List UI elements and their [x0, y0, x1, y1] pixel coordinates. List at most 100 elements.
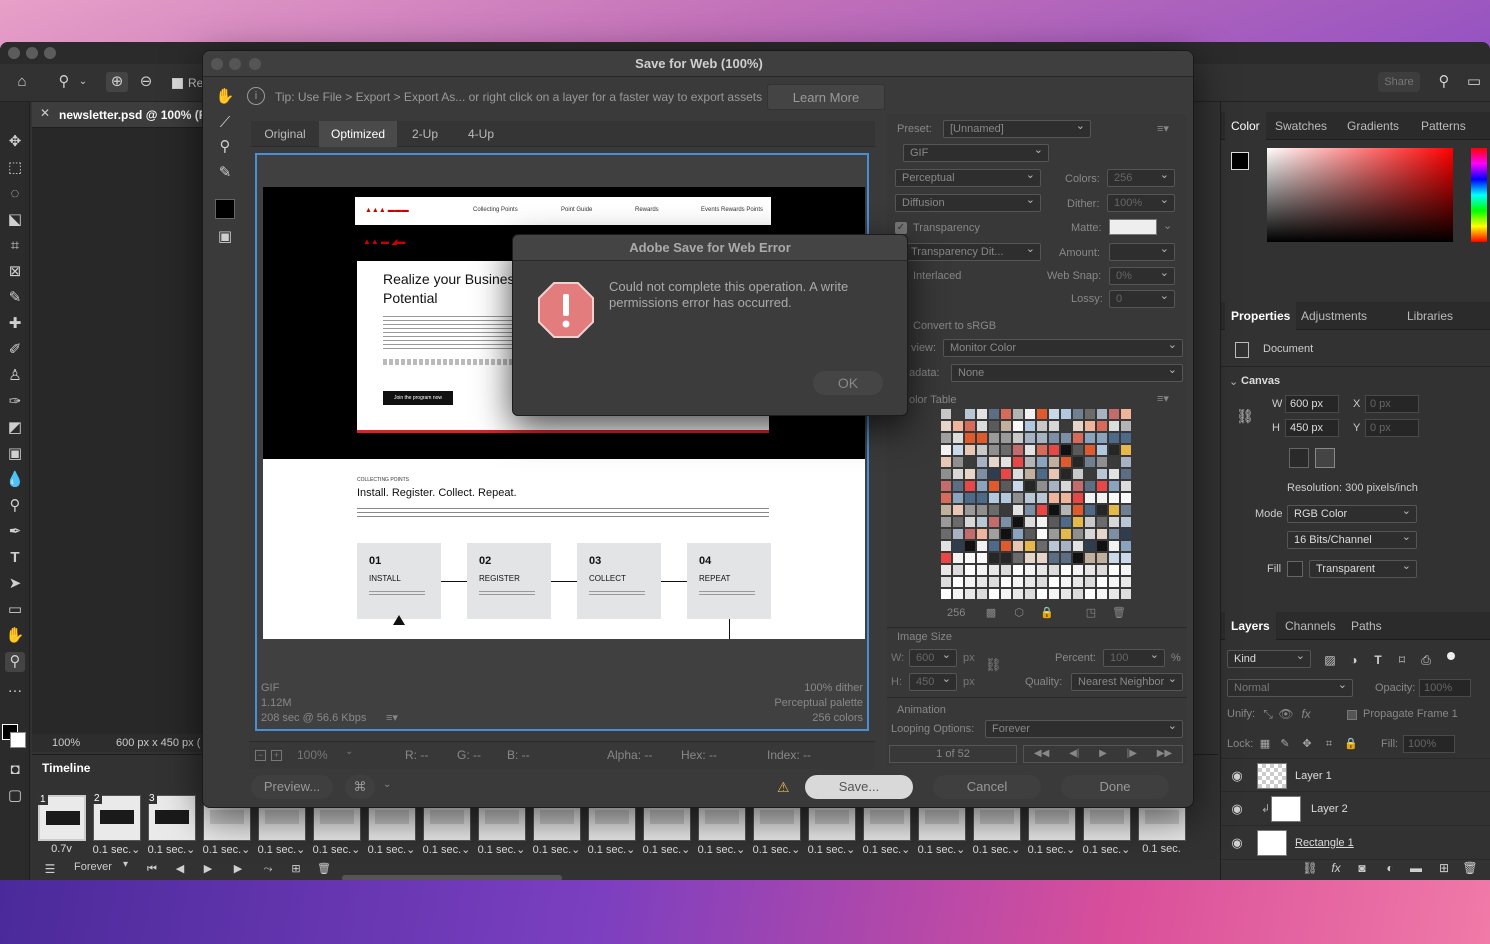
color-swatch[interactable] — [1037, 541, 1047, 551]
color-swatch[interactable] — [965, 529, 975, 539]
play-icon[interactable]: ▶ — [200, 859, 216, 879]
link-layers-icon[interactable]: ⛓ — [1301, 858, 1319, 878]
color-swatch[interactable] — [1109, 541, 1119, 551]
close-window-button[interactable] — [8, 47, 20, 59]
color-swatch[interactable] — [953, 457, 963, 467]
layer-name[interactable]: Layer 2 — [1311, 803, 1348, 815]
color-swatch[interactable] — [977, 541, 987, 551]
path-select-tool-icon[interactable]: ➤ — [5, 574, 25, 594]
loop-select[interactable]: Forever — [74, 861, 112, 873]
color-swatch[interactable] — [941, 589, 951, 599]
canvas-width-input[interactable]: 600 px — [1285, 395, 1339, 413]
color-swatch[interactable] — [1073, 517, 1083, 527]
color-swatch[interactable] — [1061, 589, 1071, 599]
color-swatch[interactable] — [953, 421, 963, 431]
color-swatch[interactable] — [1097, 541, 1107, 551]
background-color-swatch[interactable] — [10, 732, 26, 748]
color-swatch[interactable] — [1013, 517, 1023, 527]
previous-frame-icon[interactable]: ◀ — [172, 859, 188, 879]
color-swatch[interactable] — [1097, 577, 1107, 587]
color-swatch[interactable] — [1109, 433, 1119, 443]
color-swatch[interactable] — [965, 481, 975, 491]
frame-delay-select[interactable]: 0.1 sec.⌄ — [804, 843, 859, 856]
color-swatch[interactable] — [965, 421, 975, 431]
color-swatch[interactable] — [1121, 541, 1131, 551]
color-swatch[interactable] — [1097, 409, 1107, 419]
color-swatch[interactable] — [1013, 493, 1023, 503]
color-swatch[interactable] — [1037, 469, 1047, 479]
frame-delay-select[interactable]: 0.1 sec.⌄ — [639, 843, 694, 856]
color-swatch[interactable] — [1073, 445, 1083, 455]
color-swatch[interactable] — [1097, 421, 1107, 431]
color-swatch[interactable] — [1025, 481, 1035, 491]
link-icon[interactable]: ⛓ — [985, 655, 1002, 675]
fill-select[interactable]: Transparent — [1309, 558, 1417, 578]
frame-delay-select[interactable]: 0.1 sec.⌄ — [89, 843, 144, 856]
screen-mode-icon[interactable]: ▢ — [5, 786, 25, 806]
color-swatch[interactable] — [977, 529, 987, 539]
color-table-grid[interactable] — [941, 409, 1133, 601]
fill-opacity-input[interactable]: 100% — [1403, 735, 1455, 753]
chevron-down-icon[interactable]: ⌄ — [1229, 375, 1238, 388]
color-swatch[interactable] — [1073, 493, 1083, 503]
color-swatch[interactable] — [1097, 517, 1107, 527]
color-swatch[interactable] — [1085, 481, 1095, 491]
frame-delay-select[interactable]: 0.1 sec.⌄ — [584, 843, 639, 856]
color-swatch[interactable] — [989, 529, 999, 539]
more-tools-icon[interactable]: … — [5, 678, 25, 698]
tab-2-up[interactable]: 2-Up — [397, 121, 453, 147]
color-swatch[interactable] — [989, 553, 999, 563]
color-swatch[interactable] — [1013, 409, 1023, 419]
color-swatch[interactable] — [1001, 505, 1011, 515]
eye-icon[interactable]: ◉ — [1227, 799, 1247, 819]
preview-mode-select[interactable]: Monitor Color — [943, 337, 1183, 357]
zoom-in-icon[interactable]: ⊕ — [106, 72, 128, 92]
cube-icon[interactable]: ⬡ — [1011, 603, 1027, 623]
marquee-tool-icon[interactable]: ⬚ — [5, 158, 25, 178]
color-swatch[interactable] — [1073, 553, 1083, 563]
color-swatch[interactable] — [1025, 421, 1035, 431]
color-swatch[interactable] — [1061, 505, 1071, 515]
color-swatch[interactable] — [1049, 565, 1059, 575]
color-swatch[interactable] — [1085, 541, 1095, 551]
hand-tool-icon[interactable]: ✋ — [5, 626, 25, 646]
color-swatch[interactable] — [1121, 493, 1131, 503]
color-swatch[interactable] — [1061, 529, 1071, 539]
color-swatch[interactable] — [1037, 565, 1047, 575]
color-swatch[interactable] — [1061, 469, 1071, 479]
preset-select[interactable]: [Unnamed] — [943, 118, 1091, 138]
color-swatch[interactable] — [1013, 481, 1023, 491]
color-swatch[interactable] — [941, 553, 951, 563]
layer-name[interactable]: Layer 1 — [1295, 770, 1332, 782]
color-swatch[interactable] — [977, 421, 987, 431]
color-swatch[interactable] — [989, 481, 999, 491]
color-swatch[interactable] — [1085, 553, 1095, 563]
frame-delay-select[interactable]: 0.1 sec.⌄ — [474, 843, 529, 856]
color-swatch[interactable] — [1049, 505, 1059, 515]
color-swatch[interactable] — [1013, 505, 1023, 515]
color-swatch[interactable] — [1001, 421, 1011, 431]
group-folder-icon[interactable]: ▬ — [1407, 858, 1425, 878]
color-swatch[interactable] — [1001, 433, 1011, 443]
color-swatch[interactable] — [1025, 409, 1035, 419]
color-swatch[interactable] — [1049, 577, 1059, 587]
color-swatch[interactable] — [941, 457, 951, 467]
color-swatch[interactable] — [1013, 541, 1023, 551]
color-swatch[interactable] — [1001, 493, 1011, 503]
rectangle-tool-icon[interactable]: ▭ — [5, 600, 25, 620]
color-swatch[interactable] — [1001, 481, 1011, 491]
close-dialog-button[interactable] — [211, 58, 223, 70]
image-height-input[interactable]: 450 — [909, 671, 957, 691]
color-swatch[interactable] — [1025, 553, 1035, 563]
color-swatch[interactable] — [965, 541, 975, 551]
landscape-icon[interactable] — [1315, 448, 1335, 468]
frame-delay-select[interactable]: 0.1 sec.⌄ — [144, 843, 199, 856]
color-swatch[interactable] — [1097, 553, 1107, 563]
color-swatch[interactable] — [1049, 553, 1059, 563]
color-swatch[interactable] — [989, 517, 999, 527]
unify-visibility-icon[interactable]: 👁 — [1277, 704, 1295, 724]
color-swatch[interactable] — [1121, 421, 1131, 431]
hand-tool-icon[interactable]: ✋ — [215, 87, 235, 107]
image-filter-icon[interactable]: ▨ — [1321, 650, 1339, 670]
color-swatch[interactable] — [1121, 529, 1131, 539]
